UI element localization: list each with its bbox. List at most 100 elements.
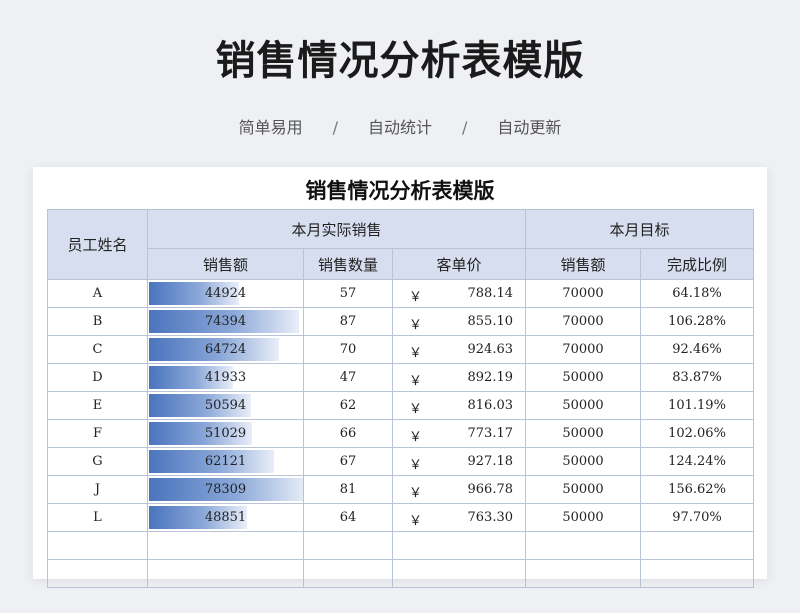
- cell-sales[interactable]: 64724: [147, 335, 304, 364]
- cell-unit-price[interactable]: ￥ 966.78: [392, 475, 526, 504]
- empty-cell[interactable]: [47, 531, 148, 560]
- cell-qty[interactable]: 47: [303, 363, 393, 392]
- cell-name[interactable]: E: [47, 391, 148, 420]
- table-body: A 44924 57 ￥ 788.14 70000 64.18% B 74394 87 ￥ 855.1…: [47, 279, 754, 588]
- cell-sales[interactable]: 74394: [147, 307, 304, 336]
- feature-tags: 简单易用 / 自动统计 / 自动更新: [0, 114, 800, 138]
- cell-name[interactable]: C: [47, 335, 148, 364]
- cell-name[interactable]: B: [47, 307, 148, 336]
- cell-target[interactable]: 70000: [525, 335, 641, 364]
- cell-completion[interactable]: 106.28%: [640, 307, 754, 336]
- cell-completion[interactable]: 156.62%: [640, 475, 754, 504]
- currency-symbol: ￥: [409, 514, 423, 529]
- currency-symbol: ￥: [409, 458, 423, 473]
- cell-sales[interactable]: 44924: [147, 279, 304, 308]
- cell-name[interactable]: D: [47, 363, 148, 392]
- cell-qty[interactable]: 67: [303, 447, 393, 476]
- empty-cell[interactable]: [303, 531, 393, 560]
- tag-easy: 简单易用: [238, 118, 303, 137]
- cell-qty[interactable]: 62: [303, 391, 393, 420]
- currency-symbol: ￥: [409, 346, 423, 361]
- cell-unit-price[interactable]: ￥ 763.30: [392, 503, 526, 532]
- cell-qty[interactable]: 70: [303, 335, 393, 364]
- spreadsheet: 销售情况分析表模版 员工姓名 本月实际销售 本月目标 销售额 销售数量 客单价 …: [33, 167, 767, 588]
- empty-cell[interactable]: [640, 531, 754, 560]
- col-header-unit-price[interactable]: 客单价: [392, 248, 526, 280]
- currency-symbol: ￥: [409, 486, 423, 501]
- table-row: A 44924 57 ￥ 788.14 70000 64.18%: [47, 279, 754, 308]
- tag-auto-update: 自动更新: [497, 118, 562, 137]
- empty-cell[interactable]: [640, 559, 754, 588]
- cell-unit-price[interactable]: ￥ 816.03: [392, 391, 526, 420]
- price-value: 927.18: [467, 454, 514, 469]
- sales-value: 74394: [204, 314, 247, 329]
- cell-unit-price[interactable]: ￥ 855.10: [392, 307, 526, 336]
- table-row: D 41933 47 ￥ 892.19 50000 83.87%: [47, 363, 754, 392]
- tag-separator: /: [462, 118, 468, 137]
- cell-unit-price[interactable]: ￥ 924.63: [392, 335, 526, 364]
- empty-cell[interactable]: [392, 531, 526, 560]
- empty-cell[interactable]: [147, 531, 304, 560]
- table-row: E 50594 62 ￥ 816.03 50000 101.19%: [47, 391, 754, 420]
- cell-qty[interactable]: 66: [303, 419, 393, 448]
- page-title: 销售情况分析表模版: [215, 38, 585, 84]
- empty-cell[interactable]: [147, 559, 304, 588]
- cell-unit-price[interactable]: ￥ 892.19: [392, 363, 526, 392]
- sales-value: 44924: [204, 286, 247, 301]
- cell-name[interactable]: F: [47, 419, 148, 448]
- cell-sales[interactable]: 62121: [147, 447, 304, 476]
- cell-completion[interactable]: 97.70%: [640, 503, 754, 532]
- cell-completion[interactable]: 92.46%: [640, 335, 754, 364]
- cell-unit-price[interactable]: ￥ 773.17: [392, 419, 526, 448]
- cell-completion[interactable]: 124.24%: [640, 447, 754, 476]
- cell-sales[interactable]: 78309: [147, 475, 304, 504]
- cell-target[interactable]: 50000: [525, 363, 641, 392]
- empty-cell[interactable]: [392, 559, 526, 588]
- cell-qty[interactable]: 64: [303, 503, 393, 532]
- col-header-sales[interactable]: 销售额: [147, 248, 304, 280]
- cell-name[interactable]: A: [47, 279, 148, 308]
- sales-value: 48851: [204, 510, 247, 525]
- price-value: 763.30: [467, 510, 514, 525]
- table-row: J 78309 81 ￥ 966.78 50000 156.62%: [47, 475, 754, 504]
- cell-sales[interactable]: 51029: [147, 419, 304, 448]
- cell-qty[interactable]: 81: [303, 475, 393, 504]
- cell-qty[interactable]: 57: [303, 279, 393, 308]
- cell-unit-price[interactable]: ￥ 927.18: [392, 447, 526, 476]
- col-header-qty[interactable]: 销售数量: [303, 248, 393, 280]
- sales-table: 员工姓名 本月实际销售 本月目标 销售额 销售数量 客单价 销售额 完成比例 A…: [47, 209, 754, 588]
- cell-target[interactable]: 50000: [525, 419, 641, 448]
- cell-sales[interactable]: 48851: [147, 503, 304, 532]
- cell-unit-price[interactable]: ￥ 788.14: [392, 279, 526, 308]
- cell-sales[interactable]: 41933: [147, 363, 304, 392]
- currency-symbol: ￥: [409, 290, 423, 305]
- col-header-target-sales[interactable]: 销售额: [525, 248, 641, 280]
- col-group-actual[interactable]: 本月实际销售: [147, 209, 526, 249]
- price-value: 788.14: [467, 286, 514, 301]
- cell-target[interactable]: 50000: [525, 447, 641, 476]
- cell-target[interactable]: 50000: [525, 503, 641, 532]
- cell-name[interactable]: L: [47, 503, 148, 532]
- empty-cell[interactable]: [47, 559, 148, 588]
- empty-cell[interactable]: [525, 559, 641, 588]
- cell-target[interactable]: 50000: [525, 475, 641, 504]
- cell-target[interactable]: 70000: [525, 307, 641, 336]
- cell-target[interactable]: 70000: [525, 279, 641, 308]
- cell-completion[interactable]: 83.87%: [640, 363, 754, 392]
- cell-qty[interactable]: 87: [303, 307, 393, 336]
- cell-completion[interactable]: 101.19%: [640, 391, 754, 420]
- cell-name[interactable]: G: [47, 447, 148, 476]
- empty-cell[interactable]: [525, 531, 641, 560]
- col-group-target[interactable]: 本月目标: [525, 209, 754, 249]
- cell-target[interactable]: 50000: [525, 391, 641, 420]
- cell-completion[interactable]: 64.18%: [640, 279, 754, 308]
- price-value: 773.17: [467, 426, 514, 441]
- tag-separator: /: [332, 118, 338, 137]
- cell-name[interactable]: J: [47, 475, 148, 504]
- table-row: G 62121 67 ￥ 927.18 50000 124.24%: [47, 447, 754, 476]
- cell-completion[interactable]: 102.06%: [640, 419, 754, 448]
- cell-sales[interactable]: 50594: [147, 391, 304, 420]
- empty-cell[interactable]: [303, 559, 393, 588]
- col-header-completion[interactable]: 完成比例: [640, 248, 754, 280]
- col-header-name[interactable]: 员工姓名: [47, 209, 148, 280]
